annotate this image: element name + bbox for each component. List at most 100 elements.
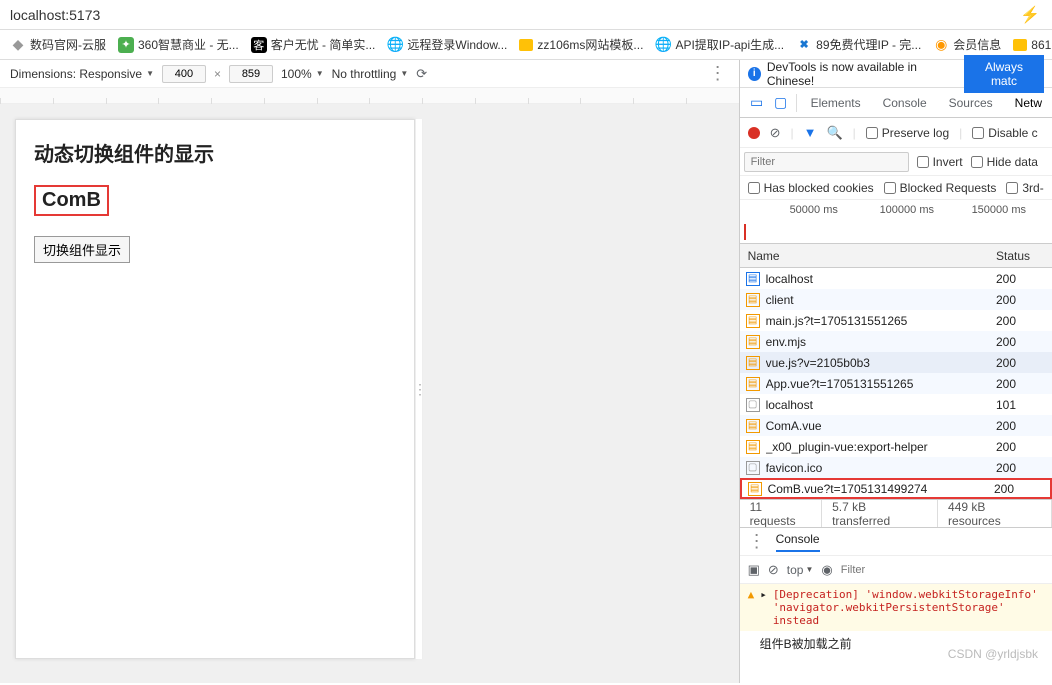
- third-party-checkbox[interactable]: 3rd-: [1006, 181, 1043, 195]
- bookmark-item[interactable]: 🌐远程登录Window...: [381, 34, 513, 55]
- resize-handle[interactable]: ⋮: [415, 119, 423, 659]
- more-icon[interactable]: ⋮: [709, 63, 729, 84]
- drawer-menu-icon[interactable]: ⋮: [748, 531, 768, 552]
- bookmark-label: 会员信息: [953, 36, 1001, 53]
- bookmark-item[interactable]: 🌐API提取IP-api生成...: [649, 34, 790, 55]
- network-row[interactable]: ▤localhost200: [740, 268, 1052, 289]
- info-icon: i: [748, 67, 761, 81]
- preserve-log-checkbox[interactable]: Preserve log: [866, 126, 949, 140]
- blocked-cookies-checkbox[interactable]: Has blocked cookies: [748, 181, 874, 195]
- network-row[interactable]: ▤_x00_plugin-vue:export-helper200: [740, 436, 1052, 457]
- bookmark-item[interactable]: ◉会员信息: [927, 34, 1007, 55]
- file-icon: ▤: [746, 356, 760, 370]
- bookmark-label: 861: [1031, 38, 1051, 52]
- file-icon: ▤: [746, 335, 760, 349]
- tab-elements[interactable]: Elements: [801, 90, 871, 116]
- network-row[interactable]: ▤main.js?t=1705131551265200: [740, 310, 1052, 331]
- rotate-icon[interactable]: ⟳: [416, 66, 427, 82]
- request-name: favicon.ico: [766, 461, 996, 475]
- bookmark-label: 数码官网-云服: [30, 36, 106, 53]
- info-text: DevTools is now available in Chinese!: [767, 60, 958, 88]
- zoom-select[interactable]: 100%▼: [281, 67, 324, 81]
- height-input[interactable]: [229, 65, 273, 83]
- file-icon: ▤: [746, 272, 760, 286]
- record-icon[interactable]: [748, 127, 760, 139]
- context-select[interactable]: top▼: [787, 563, 814, 577]
- expand-icon[interactable]: ▸: [760, 588, 767, 627]
- favicon-icon: 🌐: [387, 37, 403, 53]
- eye-icon[interactable]: ◉: [821, 562, 832, 578]
- network-row[interactable]: ▤vue.js?v=2105b0b3200: [740, 352, 1052, 373]
- console-log[interactable]: 组件B被加载之前: [740, 631, 1052, 656]
- bolt-icon[interactable]: ⚡: [1020, 5, 1040, 25]
- timeline[interactable]: 50000 ms 100000 ms 150000 ms: [740, 200, 1052, 244]
- width-input[interactable]: [162, 65, 206, 83]
- address-bar[interactable]: localhost:5173 ⚡: [0, 0, 1052, 30]
- bookmark-item[interactable]: zz106ms网站模板...: [513, 34, 649, 55]
- request-status: 101: [996, 398, 1052, 412]
- network-row[interactable]: ▤ComB.vue?t=1705131499274200: [740, 478, 1052, 499]
- hide-data-checkbox[interactable]: Hide data: [971, 155, 1038, 169]
- console-play-icon[interactable]: ▣: [748, 562, 760, 578]
- favicon-icon: 客: [251, 37, 267, 53]
- device-toolbar: Dimensions: Responsive▼ × 100%▼ No throt…: [0, 60, 739, 88]
- network-row[interactable]: ▤App.vue?t=1705131551265200: [740, 373, 1052, 394]
- bookmark-item[interactable]: ◆数码官网-云服: [4, 34, 112, 55]
- inspect-icon[interactable]: ▭: [746, 92, 768, 114]
- search-icon[interactable]: 🔍: [826, 125, 842, 141]
- bookmark-label: 360智慧商业 - 无...: [138, 36, 239, 53]
- page-preview: 动态切换组件的显示 ComB 切换组件显示: [15, 119, 415, 659]
- device-icon[interactable]: ▢: [770, 92, 792, 114]
- favicon-icon: ✖: [796, 37, 812, 53]
- console-warning[interactable]: ▲ ▸ [Deprecation] 'window.webkitStorageI…: [740, 584, 1052, 631]
- file-icon: ▤: [746, 293, 760, 307]
- dimensions-select[interactable]: Dimensions: Responsive▼: [10, 67, 154, 81]
- bookmark-label: API提取IP-api生成...: [675, 36, 784, 53]
- tab-sources[interactable]: Sources: [939, 90, 1003, 116]
- bookmarks-bar: ◆数码官网-云服✦360智慧商业 - 无...客客户无忧 - 简单实...🌐远程…: [0, 30, 1052, 60]
- request-name: client: [766, 293, 996, 307]
- info-button[interactable]: Always matc: [964, 55, 1044, 93]
- bookmark-item[interactable]: 客客户无忧 - 简单实...: [245, 34, 382, 55]
- favicon-icon: ◆: [10, 37, 26, 53]
- device-preview-pane: Dimensions: Responsive▼ × 100%▼ No throt…: [0, 60, 740, 683]
- request-status: 200: [996, 272, 1052, 286]
- bookmark-item[interactable]: ✖89免费代理IP - 完...: [790, 34, 927, 55]
- tab-console[interactable]: Console: [873, 90, 937, 116]
- filter-icon[interactable]: ▼: [804, 125, 817, 140]
- network-list: ▤localhost200▤client200▤main.js?t=170513…: [740, 268, 1052, 499]
- console-clear-icon[interactable]: ⊘: [768, 562, 779, 578]
- tab-network[interactable]: Netw: [1005, 90, 1052, 116]
- invert-checkbox[interactable]: Invert: [917, 155, 963, 169]
- network-row[interactable]: ▤ComA.vue200: [740, 415, 1052, 436]
- console-tab[interactable]: Console: [776, 532, 820, 552]
- devtools-tabs: ▭ ▢ Elements Console Sources Netw: [740, 88, 1052, 118]
- warning-icon: ▲: [748, 588, 755, 627]
- network-toolbar: ⊘ | ▼ 🔍 | Preserve log | Disable c: [740, 118, 1052, 148]
- console-filter[interactable]: [841, 564, 1044, 576]
- request-name: App.vue?t=1705131551265: [766, 377, 996, 391]
- filter-input[interactable]: [744, 152, 909, 172]
- file-icon: ▤: [748, 482, 762, 496]
- bookmark-item[interactable]: ✦360智慧商业 - 无...: [112, 34, 245, 55]
- network-row[interactable]: ▢localhost101: [740, 394, 1052, 415]
- disable-cache-checkbox[interactable]: Disable c: [972, 126, 1037, 140]
- devtools-panel: i DevTools is now available in Chinese! …: [740, 60, 1052, 683]
- toggle-button[interactable]: 切换组件显示: [34, 236, 130, 263]
- throttle-select[interactable]: No throttling▼: [332, 67, 409, 81]
- console-body: ▲ ▸ [Deprecation] 'window.webkitStorageI…: [740, 583, 1052, 656]
- network-row[interactable]: ▤client200: [740, 289, 1052, 310]
- favicon-icon: ✦: [118, 37, 134, 53]
- network-row[interactable]: ▢favicon.ico200: [740, 457, 1052, 478]
- blocked-req-checkbox[interactable]: Blocked Requests: [884, 181, 997, 195]
- file-icon: ▢: [746, 461, 760, 475]
- component-label: ComB: [34, 185, 109, 216]
- favicon-icon: 🌐: [655, 37, 671, 53]
- request-name: _x00_plugin-vue:export-helper: [766, 440, 996, 454]
- bookmark-item[interactable]: 861: [1007, 36, 1052, 54]
- network-row[interactable]: ▤env.mjs200: [740, 331, 1052, 352]
- file-icon: ▤: [746, 440, 760, 454]
- bookmark-label: 远程登录Window...: [407, 36, 507, 53]
- clear-icon[interactable]: ⊘: [770, 125, 781, 141]
- times-icon: ×: [214, 67, 221, 81]
